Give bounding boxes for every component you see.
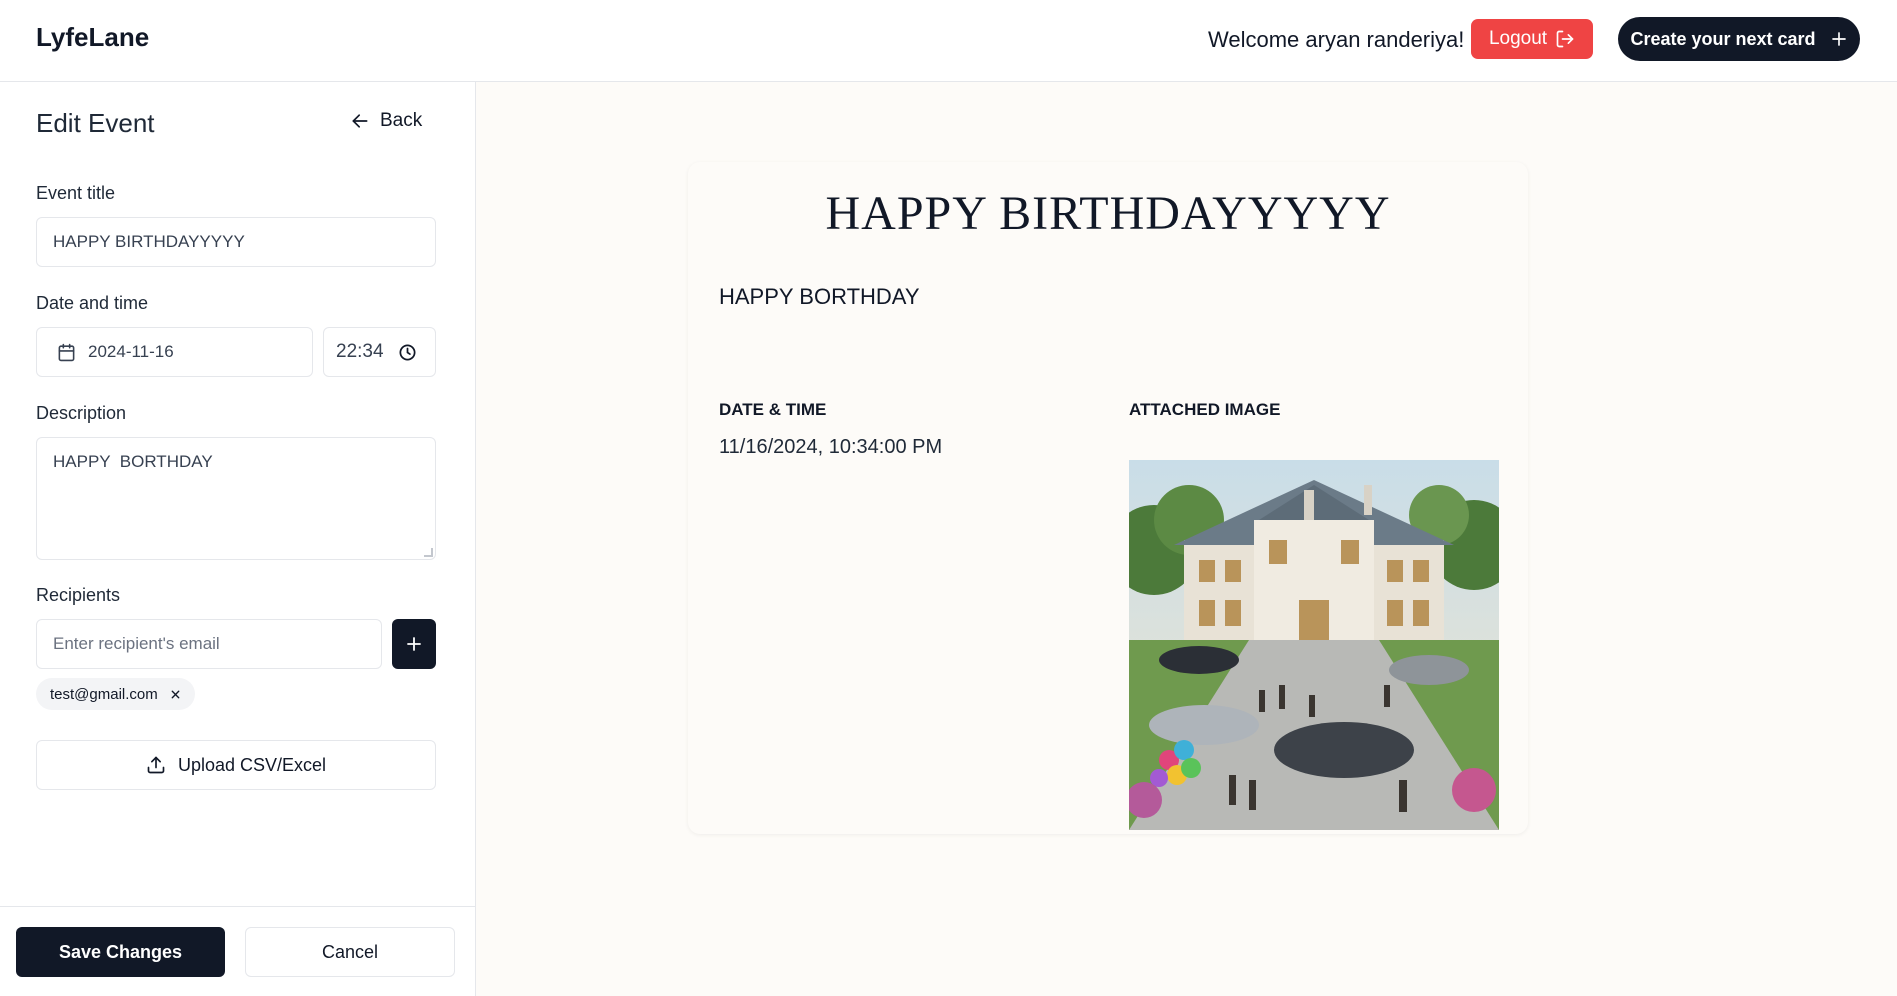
cancel-button[interactable]: Cancel [245,927,455,977]
arrow-left-icon [350,111,370,131]
time-value: 22:34 [336,341,384,362]
calendar-icon [57,343,76,362]
recipient-placeholder: Enter recipient's email [53,634,220,653]
upload-label: Upload CSV/Excel [177,754,327,775]
event-title-input[interactable]: HAPPY BIRTHDAYYYYY [36,217,436,267]
resize-handle-icon[interactable] [424,548,433,557]
plus-icon [1830,30,1848,48]
date-time-label: Date and time [36,293,149,313]
add-recipient-button[interactable] [392,619,436,669]
event-title-label: Event title [36,183,116,203]
sidebar-footer: Save Changes Cancel [0,906,476,996]
create-card-button[interactable]: Create your next card [1618,17,1860,61]
recipient-email: test@gmail.com [50,685,158,703]
attached-image-heading: ATTACHED IMAGE [1129,400,1281,419]
card-description: HAPPY BORTHDAY [719,284,920,309]
card-preview-area: HAPPY BIRTHDAYYYYY HAPPY BORTHDAY DATE &… [476,82,1897,996]
back-label: Back [380,110,423,131]
description-label: Description [36,403,127,423]
save-changes-button[interactable]: Save Changes [16,927,225,977]
attached-image [1129,460,1499,830]
create-card-label: Create your next card [1630,28,1816,49]
time-input[interactable]: 22:34 [323,327,436,377]
recipient-email-input[interactable]: Enter recipient's email [36,619,382,669]
logout-button[interactable]: Logout [1471,19,1593,59]
card-date-time: 11/16/2024, 10:34:00 PM [719,436,943,458]
logout-icon [1555,29,1575,49]
brand-logo[interactable]: LyfeLane [36,22,149,53]
remove-recipient-icon[interactable] [170,689,181,700]
date-input[interactable]: 2024-11-16 [36,327,313,377]
date-time-heading: DATE & TIME [719,400,827,419]
recipient-chip: test@gmail.com [36,678,195,710]
logout-label: Logout [1488,28,1548,49]
event-card: HAPPY BIRTHDAYYYYY HAPPY BORTHDAY DATE &… [688,162,1528,834]
upload-icon [146,755,166,775]
edit-sidebar: Edit Event Back Event title HAPPY BIRTHD… [0,82,476,996]
description-textarea[interactable]: HAPPY BORTHDAY [36,437,436,560]
upload-csv-button[interactable]: Upload CSV/Excel [36,740,436,790]
page-title: Edit Event [36,108,155,138]
plus-icon [405,635,423,653]
back-button[interactable]: Back [350,110,422,132]
description-value: HAPPY BORTHDAY [53,452,213,471]
date-value: 2024-11-16 [88,342,174,361]
top-header: LyfeLane Welcome aryan randeriya! Logout… [0,0,1897,82]
clock-icon[interactable] [398,343,417,362]
event-title-value: HAPPY BIRTHDAYYYYY [53,232,245,251]
card-title: HAPPY BIRTHDAYYYYY [825,187,1391,240]
recipients-label: Recipients [36,585,121,605]
welcome-message: Welcome aryan randeriya! [1208,27,1465,52]
